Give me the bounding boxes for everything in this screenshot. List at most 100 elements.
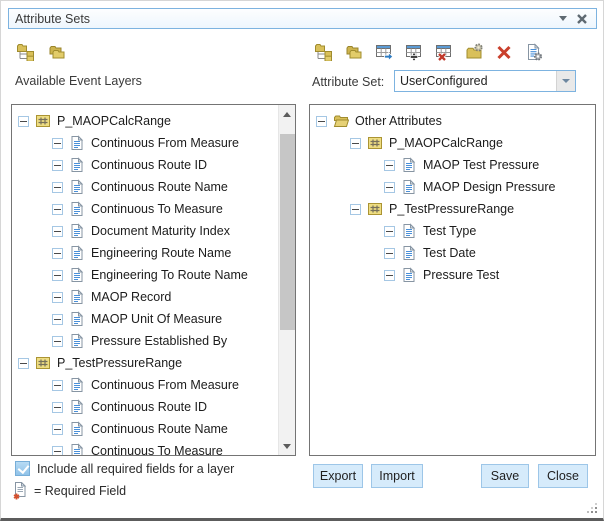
expand-set-tree-icon[interactable] <box>313 41 334 62</box>
tree-item[interactable]: P_TestPressureRange <box>310 198 595 220</box>
tree-item[interactable]: P_MAOPCalcRange <box>310 132 595 154</box>
tree-item-label: MAOP Unit Of Measure <box>91 312 222 326</box>
tree-item[interactable]: P_MAOPCalcRange <box>12 110 278 132</box>
add-event-table-icon[interactable] <box>403 41 424 62</box>
tree-item[interactable]: Other Attributes <box>310 110 595 132</box>
tree-item[interactable]: Continuous To Measure <box>12 440 278 456</box>
new-attribute-set-folder-icon[interactable] <box>463 41 484 62</box>
export-button[interactable]: Export <box>313 464 363 488</box>
collapse-expander-icon[interactable] <box>52 292 63 303</box>
right-toolbar <box>313 41 544 62</box>
collapse-expander-icon[interactable] <box>350 138 361 149</box>
field-icon <box>69 223 85 239</box>
folder-icon <box>333 113 349 129</box>
collapse-expander-icon[interactable] <box>384 160 395 171</box>
scroll-up-icon[interactable] <box>279 106 295 122</box>
include-required-fields-checkbox[interactable] <box>15 461 30 476</box>
tree-item[interactable]: Pressure Established By <box>12 330 278 352</box>
collapse-expander-icon[interactable] <box>316 116 327 127</box>
collapse-expander-icon[interactable] <box>18 116 29 127</box>
collapse-expander-icon[interactable] <box>52 336 63 347</box>
tree-item-label: Continuous From Measure <box>91 136 239 150</box>
close-button[interactable]: Close <box>538 464 588 488</box>
collapse-expander-icon[interactable] <box>52 182 63 193</box>
collapse-expander-icon[interactable] <box>52 314 63 325</box>
tree-item[interactable]: Test Type <box>310 220 595 242</box>
tree-item[interactable]: Continuous Route Name <box>12 176 278 198</box>
collapse-expander-icon[interactable] <box>350 204 361 215</box>
tree-item[interactable]: Continuous From Measure <box>12 374 278 396</box>
tree-item[interactable]: MAOP Design Pressure <box>310 176 595 198</box>
left-toolbar <box>15 41 67 62</box>
tree-item[interactable]: Engineering Route Name <box>12 242 278 264</box>
resize-grip[interactable] <box>587 501 599 513</box>
tree-item[interactable]: P_TestPressureRange <box>12 352 278 374</box>
tree-item[interactable]: Continuous From Measure <box>12 132 278 154</box>
collapse-expander-icon[interactable] <box>52 380 63 391</box>
collapse-set-folders-icon[interactable] <box>343 41 364 62</box>
scroll-down-icon[interactable] <box>279 438 295 454</box>
collapse-expander-icon[interactable] <box>52 160 63 171</box>
vertical-scrollbar[interactable] <box>278 105 295 455</box>
tree-item[interactable]: MAOP Unit Of Measure <box>12 308 278 330</box>
tree-item-label: Engineering Route Name <box>91 246 231 260</box>
field-icon <box>69 201 85 217</box>
collapse-expander-icon[interactable] <box>52 248 63 259</box>
close-icon[interactable] <box>576 13 588 25</box>
layer-icon <box>367 135 383 151</box>
collapse-expander-icon[interactable] <box>384 248 395 259</box>
field-properties-page-icon[interactable] <box>523 41 544 62</box>
tree-item[interactable]: Continuous Route Name <box>12 418 278 440</box>
combo-dropdown-icon[interactable] <box>556 71 575 91</box>
tree-item[interactable]: Engineering To Route Name <box>12 264 278 286</box>
tree-item-label: P_TestPressureRange <box>389 202 514 216</box>
tree-item[interactable]: Continuous Route ID <box>12 396 278 418</box>
required-field-legend: = Required Field <box>12 482 126 500</box>
import-button[interactable]: Import <box>371 464 423 488</box>
tree-item-label: MAOP Design Pressure <box>423 180 555 194</box>
collapse-expander-icon[interactable] <box>52 446 63 457</box>
collapse-expander-icon[interactable] <box>52 226 63 237</box>
tree-item[interactable]: MAOP Record <box>12 286 278 308</box>
field-icon <box>401 223 417 239</box>
include-required-fields-label: Include all required fields for a layer <box>37 462 234 476</box>
remove-event-table-icon[interactable] <box>433 41 454 62</box>
tree-item-label: Other Attributes <box>355 114 442 128</box>
delete-attribute-set-icon[interactable] <box>493 41 514 62</box>
collapse-expander-icon[interactable] <box>52 424 63 435</box>
titlebar: Attribute Sets <box>8 8 597 29</box>
tree-item-label: Continuous Route ID <box>91 400 207 414</box>
collapse-expander-icon[interactable] <box>384 182 395 193</box>
tree-item-label: Continuous From Measure <box>91 378 239 392</box>
tree-item-label: Continuous To Measure <box>91 444 223 456</box>
attribute-set-label: Attribute Set: <box>312 75 384 89</box>
collapse-expander-icon[interactable] <box>52 204 63 215</box>
collapse-expander-icon[interactable] <box>384 226 395 237</box>
collapse-expander-icon[interactable] <box>18 358 29 369</box>
field-icon <box>69 157 85 173</box>
tree-item-label: MAOP Record <box>91 290 171 304</box>
tree-item[interactable]: MAOP Test Pressure <box>310 154 595 176</box>
attribute-set-combobox[interactable]: UserConfigured <box>394 70 576 92</box>
field-icon <box>401 157 417 173</box>
tree-item[interactable]: Pressure Test <box>310 264 595 286</box>
tree-item-label: Pressure Test <box>423 268 499 282</box>
chevron-down-icon[interactable] <box>559 16 567 21</box>
tree-item[interactable]: Document Maturity Index <box>12 220 278 242</box>
tree-item[interactable]: Continuous To Measure <box>12 198 278 220</box>
dialog-title: Attribute Sets <box>15 12 90 26</box>
field-icon <box>69 399 85 415</box>
available-event-layers-label: Available Event Layers <box>15 74 142 88</box>
collapse-expander-icon[interactable] <box>52 138 63 149</box>
tree-item[interactable]: Continuous Route ID <box>12 154 278 176</box>
collapse-layers-folders-icon[interactable] <box>46 41 67 62</box>
add-fields-to-set-table-icon[interactable] <box>373 41 394 62</box>
expand-layers-tree-icon[interactable] <box>15 41 36 62</box>
tree-item[interactable]: Test Date <box>310 242 595 264</box>
save-button[interactable]: Save <box>481 464 529 488</box>
collapse-expander-icon[interactable] <box>52 270 63 281</box>
scrollbar-thumb[interactable] <box>280 134 295 330</box>
collapse-expander-icon[interactable] <box>52 402 63 413</box>
collapse-expander-icon[interactable] <box>384 270 395 281</box>
tree-item-label: MAOP Test Pressure <box>423 158 539 172</box>
